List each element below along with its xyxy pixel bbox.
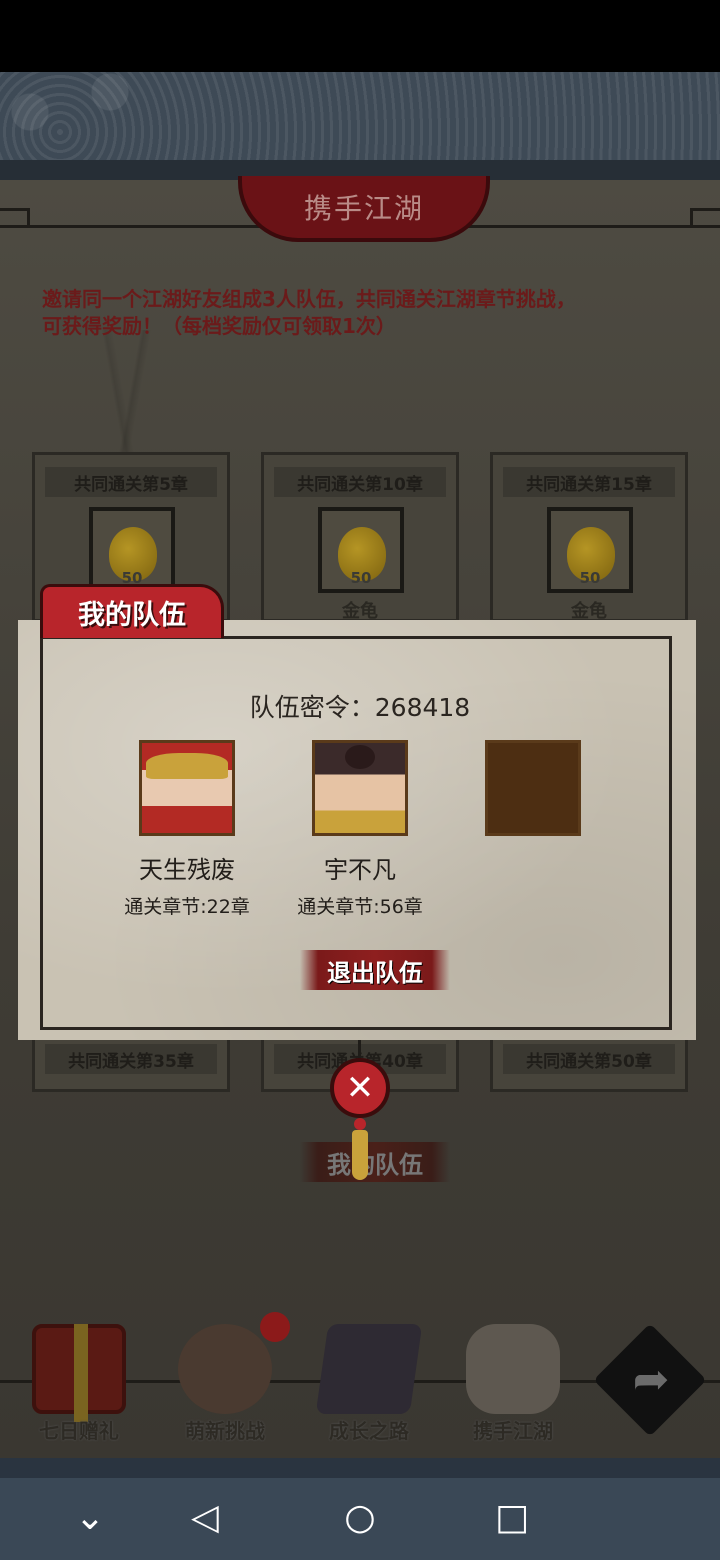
nav-item-label: 成长之路 (329, 1419, 409, 1443)
panel-title: 携手江湖 (303, 192, 424, 225)
close-icon: ✕ (345, 1068, 375, 1108)
reward-card[interactable]: 共同通关第50章 (490, 1040, 688, 1092)
reward-item-frame[interactable]: 50 (547, 507, 633, 593)
status-bar (0, 0, 720, 72)
reward-card-title: 共同通关第15章 (503, 467, 675, 497)
home-icon[interactable]: ○ (335, 1496, 385, 1540)
team-popup-tab: 我的队伍 (40, 584, 224, 638)
reward-card[interactable]: 共同通关第10章 50 金龟 (261, 452, 459, 622)
panel-description: 邀请同一个江湖好友组成3人队伍，共同通关江湖章节挑战， 可获得奖励！（每档奖励仅… (42, 286, 682, 340)
system-navigation-bar: ⌄ ◁ ○ □ (0, 1478, 720, 1560)
reward-quantity: 50 (579, 569, 601, 587)
frame-corner-left (0, 208, 30, 228)
handshake-icon (466, 1324, 560, 1414)
description-line-1: 邀请同一个江湖好友组成3人队伍，共同通关江湖章节挑战， (42, 287, 576, 311)
member-chapter: 通关章节:56章 (297, 896, 423, 918)
nav-item-label: 七日赠礼 (39, 1419, 119, 1443)
book-icon (315, 1324, 423, 1414)
avatar (142, 743, 232, 833)
member-name: 宇不凡 (324, 856, 396, 884)
close-popup-button[interactable]: ✕ (330, 1058, 390, 1118)
collapse-icon[interactable]: ⌄ (65, 1496, 115, 1540)
share-arrow-icon: ➦ (632, 1354, 670, 1405)
notification-dot (260, 1312, 290, 1342)
member-name: 天生残废 (139, 856, 235, 884)
reward-quantity: 50 (350, 569, 372, 587)
tassel-bead (354, 1118, 366, 1130)
team-code: 队伍密令：268418 (249, 693, 471, 722)
reward-item-frame[interactable]: 50 (89, 507, 175, 593)
nav-item-team-jianghu[interactable]: 携手江湖 (448, 1310, 578, 1450)
reward-card[interactable]: 共同通关第15章 50 金龟 (490, 452, 688, 622)
nav-item-label: 携手江湖 (473, 1419, 553, 1443)
avatar (315, 743, 405, 833)
team-member-slot[interactable] (139, 740, 235, 836)
member-chapter: 通关章节:22章 (124, 896, 250, 918)
nav-item-growth-path[interactable]: 成长之路 (304, 1310, 434, 1450)
bottom-decorative-band (0, 1458, 720, 1478)
reward-card-title: 共同通关第35章 (45, 1044, 217, 1074)
reward-item-frame[interactable]: 50 (318, 507, 404, 593)
empty-team-slot[interactable] (485, 740, 581, 836)
team-popup-title: 我的队伍 (78, 600, 186, 631)
description-line-2: 可获得奖励！（每档奖励仅可领取1次） (42, 314, 396, 338)
panel-title-banner: 携手江湖 (238, 176, 490, 242)
my-team-button[interactable]: 我的队伍 (300, 1142, 450, 1182)
leave-team-label: 退出队伍 (327, 958, 423, 987)
my-team-label: 我的队伍 (327, 1150, 423, 1179)
reward-card-title: 共同通关第10章 (274, 467, 446, 497)
reward-card-title: 共同通关第50章 (503, 1044, 675, 1074)
reward-card-title: 共同通关第5章 (45, 467, 217, 497)
recent-apps-icon[interactable]: □ (487, 1496, 537, 1540)
team-member-slot[interactable] (312, 740, 408, 836)
nav-item-label: 萌新挑战 (185, 1419, 265, 1443)
back-icon[interactable]: ◁ (180, 1496, 230, 1540)
tassel-decoration (352, 1130, 368, 1180)
reward-card[interactable]: 共同通关第35章 (32, 1040, 230, 1092)
frame-corner-right (690, 208, 720, 228)
leave-team-button[interactable]: 退出队伍 (300, 950, 450, 990)
novice-character-icon (178, 1324, 272, 1414)
nav-item-seven-day-gift[interactable]: 七日赠礼 (14, 1310, 144, 1450)
gift-box-icon (32, 1324, 126, 1422)
